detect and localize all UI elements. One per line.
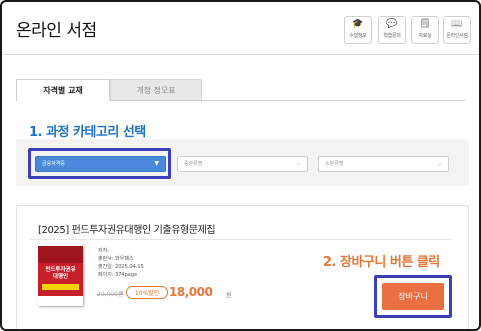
main-category-select[interactable]: 금융자격증 ▼	[35, 156, 166, 172]
document-icon: 🗒	[419, 19, 431, 29]
arrow-right-icon: ›	[120, 288, 124, 297]
quick-menu-inquiry-button[interactable]: 💬 학습문의	[378, 16, 406, 44]
book-cover-bottom	[38, 296, 83, 306]
sub-category-placeholder: 소분류명	[325, 161, 344, 167]
quick-menu-resources-button[interactable]: 🗒 자료실	[411, 16, 439, 44]
header-divider	[2, 54, 479, 55]
page-title: 온라인 서점	[16, 21, 97, 41]
book-cover-title-line1: 펀드투자권유	[45, 267, 76, 273]
book-publish-date: 출간일: 2025.04.15	[98, 264, 144, 270]
book-icon: 📖	[451, 19, 463, 29]
step1-annotation: 1. 과정 카테고리 선택	[29, 125, 146, 140]
chevron-down-icon: ▼	[154, 160, 159, 167]
book-cover-title-line2: 대행인	[52, 274, 69, 280]
quick-menu-bookstore-button[interactable]: 📖 온라인서점	[443, 16, 471, 44]
discount-badge: 10%할인	[126, 286, 168, 299]
sale-price: 18,000	[169, 285, 213, 299]
book-cover-yellow-band	[42, 284, 79, 290]
main-category-value: 금융자격증	[42, 161, 66, 167]
book-author: 저자:	[98, 248, 109, 254]
book-pages: 페이지: 374page	[98, 272, 138, 278]
tab-errata[interactable]: 개정 정오표	[110, 79, 202, 101]
tab-textbooks-by-certification[interactable]: 자격별 교재	[16, 79, 110, 101]
middle-category-select[interactable]: 중분류명 ⌄	[177, 156, 308, 172]
chevron-down-icon: ⌄	[295, 160, 301, 167]
product-title-divider	[29, 239, 452, 240]
book-cover-image[interactable]: 펀드투자권유 대행인	[38, 246, 83, 306]
quick-menu-label: 학습문의	[383, 33, 401, 39]
book-publisher: 출판사: 와우패스	[98, 256, 134, 262]
tab-divider	[110, 100, 465, 101]
sub-category-select[interactable]: 소분류명 ⌄	[318, 156, 449, 172]
quick-menu-exam-info-button[interactable]: 🎓 수험정보	[344, 16, 372, 44]
quick-menu-label: 온라인서점	[446, 33, 468, 39]
quick-menu-label: 수험정보	[349, 33, 367, 39]
book-cover-top-band	[38, 246, 83, 263]
window-frame: 온라인 서점 🎓 수험정보 💬 학습문의 🗒 자료실 📖 온라인서점 자격별 교…	[0, 0, 481, 331]
price-currency: 원	[226, 292, 232, 299]
chevron-down-icon: ⌄	[436, 160, 442, 167]
middle-category-placeholder: 중분류명	[184, 161, 203, 167]
add-to-cart-button[interactable]: 장바구니	[382, 283, 444, 310]
product-title[interactable]: [2025] 펀드투자권유대행인 기출유형문제집	[38, 221, 216, 236]
book-cover-title: 펀드투자권유 대행인	[38, 267, 83, 281]
step2-annotation: 2. 장바구니 버튼 클릭	[323, 255, 440, 270]
chat-bubble-icon: 💬	[386, 19, 398, 29]
quick-menu-label: 자료실	[418, 33, 432, 39]
graduation-cap-icon: 🎓	[352, 19, 364, 29]
